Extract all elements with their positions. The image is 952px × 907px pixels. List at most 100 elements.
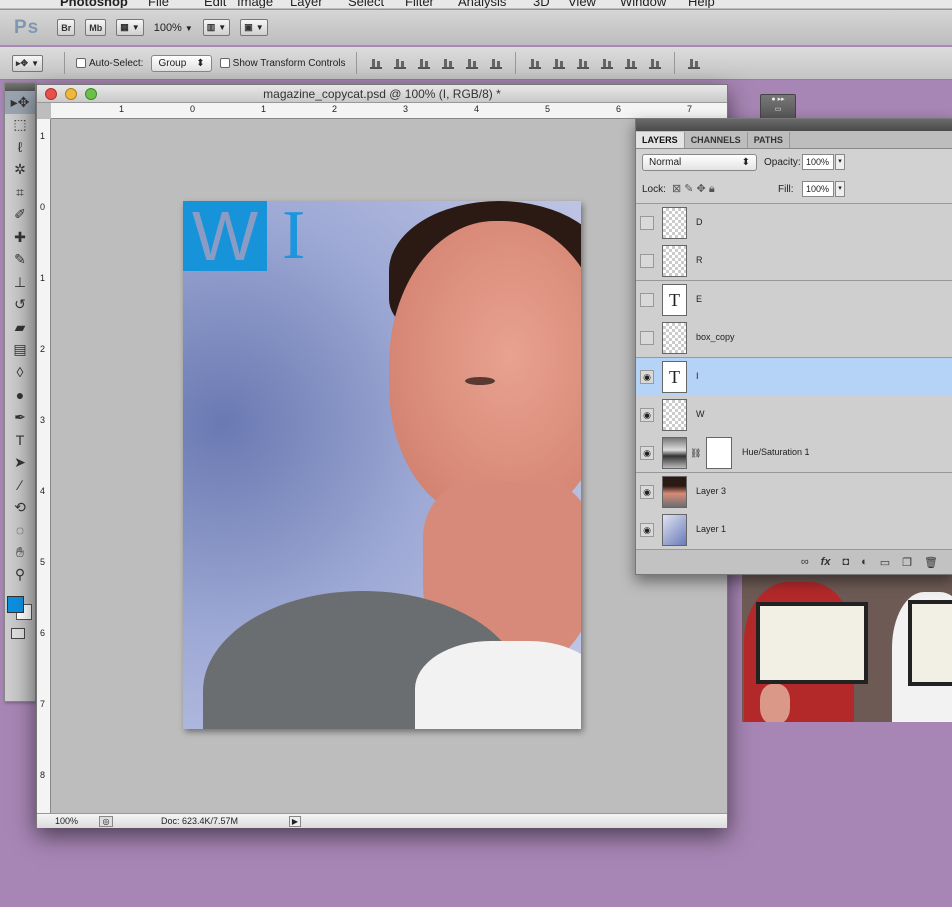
trash-icon[interactable]: 🗑︎	[924, 556, 938, 569]
collapsed-panel-dock[interactable]: ● ▸▸ ▭	[760, 94, 796, 120]
tab-layers[interactable]: LAYERS	[636, 132, 685, 148]
menu-item-filter[interactable]: Filter	[405, 0, 434, 8]
auto-align-icon[interactable]	[688, 58, 701, 69]
eyedropper-icon[interactable]: ✐	[5, 204, 35, 227]
eraser-icon[interactable]: ▰	[5, 316, 35, 339]
adjustment-icon[interactable]: ◐	[861, 556, 868, 568]
menu-item-photoshop[interactable]: Photoshop	[60, 0, 128, 8]
auto-select-checkbox[interactable]: Auto-Select:	[75, 57, 143, 69]
visibility-eye-icon[interactable]: ◉	[640, 408, 654, 422]
mask-link-icon[interactable]: ⛓	[690, 448, 701, 459]
layer-row[interactable]: ◉ Layer 1	[636, 511, 952, 551]
layer-row[interactable]: ◉ W	[636, 396, 952, 435]
tool-preset-picker[interactable]: ▸✥ ▼	[12, 54, 43, 72]
mask-icon[interactable]: ◘	[842, 556, 849, 568]
visibility-eye-icon[interactable]	[640, 216, 654, 230]
line-icon[interactable]: ∕	[5, 474, 35, 497]
gradient-icon[interactable]: ▤	[5, 339, 35, 362]
arrange-documents-button[interactable]: ▥ ▼	[202, 19, 231, 36]
opacity-input[interactable]: 100%	[802, 154, 834, 170]
menu-item-help[interactable]: Help	[688, 0, 715, 8]
bridge-button[interactable]: Br	[57, 19, 76, 36]
blur-icon[interactable]: ◊	[5, 361, 35, 384]
distribute-vcenter-icon[interactable]	[553, 58, 566, 69]
layer-row[interactable]: TE	[636, 280, 952, 320]
layer-mask-thumbnail[interactable]	[706, 437, 732, 470]
blend-mode-select[interactable]: Normal ⬍	[642, 154, 757, 171]
group-icon[interactable]: ▭	[880, 556, 890, 569]
history-brush-icon[interactable]: ↺	[5, 294, 35, 317]
menu-item-analysis[interactable]: Analysis	[458, 0, 506, 8]
menu-item-3d[interactable]: 3D	[533, 0, 550, 8]
opacity-arrow-icon[interactable]: ▾	[835, 154, 845, 170]
status-menu-arrow-icon[interactable]: ▶	[289, 816, 301, 827]
screen-mode-button[interactable]: ▣ ▼	[240, 19, 268, 36]
mini-bridge-button[interactable]: Mb	[85, 19, 107, 36]
lasso-icon[interactable]: ℓ	[5, 136, 35, 159]
tab-channels[interactable]: CHANNELS	[685, 132, 748, 148]
visibility-eye-icon[interactable]	[640, 254, 654, 269]
panel-title-bar[interactable]	[636, 119, 952, 131]
document-canvas[interactable]: W I	[183, 201, 581, 729]
hand-icon[interactable]: ✋︎	[5, 541, 35, 564]
tab-paths[interactable]: PATHS	[748, 132, 790, 148]
menu-item-file[interactable]: File	[148, 0, 169, 8]
status-preview-icon[interactable]: ◎	[99, 816, 113, 827]
quick-select-icon[interactable]: ✲	[5, 159, 35, 182]
stamp-icon[interactable]: ⊥	[5, 271, 35, 294]
align-right-icon[interactable]	[490, 58, 503, 69]
path-select-icon[interactable]: ➤	[5, 451, 35, 474]
layer-row[interactable]: D	[636, 204, 952, 243]
fx-icon[interactable]: fx	[821, 556, 831, 568]
view-extras-button[interactable]: ▦ ▼	[116, 19, 144, 36]
menu-item-select[interactable]: Select	[348, 0, 384, 8]
align-bottom-icon[interactable]	[418, 58, 431, 69]
menu-item-image[interactable]: Image	[237, 0, 273, 8]
fill-input[interactable]: 100%	[802, 181, 834, 197]
distribute-left-icon[interactable]	[601, 58, 614, 69]
move-icon[interactable]: ▸✥	[5, 91, 35, 114]
healing-icon[interactable]: ✚	[5, 226, 35, 249]
menu-item-view[interactable]: View	[568, 0, 596, 8]
auto-select-dropdown[interactable]: Group ⬍	[151, 54, 212, 72]
fill-arrow-icon[interactable]: ▾	[835, 181, 845, 197]
menu-item-window[interactable]: Window	[620, 0, 666, 8]
layer-row[interactable]: box_copy	[636, 319, 952, 359]
align-vcenter-icon[interactable]	[394, 58, 407, 69]
align-left-icon[interactable]	[442, 58, 455, 69]
quick-mask-icon[interactable]	[11, 628, 25, 639]
show-transform-checkbox[interactable]: Show Transform Controls	[219, 57, 345, 69]
align-top-icon[interactable]	[370, 58, 383, 69]
zoom-icon[interactable]: ⚲	[5, 564, 35, 587]
pen-icon[interactable]: ✒	[5, 406, 35, 429]
menu-item-layer[interactable]: Layer	[290, 0, 323, 8]
menu-item-edit[interactable]: Edit	[204, 0, 226, 8]
layer-row[interactable]: R	[636, 242, 952, 282]
horizontal-ruler[interactable]: 1 0 1 2 3 4 5 6 7	[51, 103, 727, 119]
distribute-top-icon[interactable]	[529, 58, 542, 69]
visibility-eye-icon[interactable]: ◉	[640, 369, 654, 384]
foreground-color-swatch[interactable]	[7, 596, 24, 613]
status-zoom[interactable]: 100%	[55, 814, 78, 829]
crop-icon[interactable]: ⌗	[5, 181, 35, 204]
minimize-icon[interactable]	[65, 88, 77, 100]
zoom-window-icon[interactable]	[85, 88, 97, 100]
3d-rotate-icon[interactable]: ⟲	[5, 496, 35, 519]
distribute-right-icon[interactable]	[649, 58, 662, 69]
layer-row[interactable]: ◉ ⛓ Hue/Saturation 1	[636, 434, 952, 474]
visibility-eye-icon[interactable]	[640, 331, 654, 346]
marquee-icon[interactable]: ⬚	[5, 114, 35, 137]
type-icon[interactable]: T	[5, 429, 35, 452]
brush-icon[interactable]: ✎	[5, 249, 35, 272]
new-layer-icon[interactable]: ❐	[902, 556, 912, 569]
visibility-eye-icon[interactable]	[640, 292, 654, 307]
tools-panel-header[interactable]	[5, 83, 35, 91]
layer-row[interactable]: ◉ T I	[636, 357, 952, 397]
zoom-level-select[interactable]: 100% ▼	[154, 22, 193, 34]
close-icon[interactable]	[45, 88, 57, 100]
layer-row[interactable]: ◉ Layer 3	[636, 472, 952, 512]
lock-icons[interactable]: ⊠ ✎ ✥ 🔒︎	[672, 182, 715, 196]
link-icon[interactable]: ∞	[801, 556, 809, 568]
visibility-eye-icon[interactable]: ◉	[640, 523, 654, 538]
distribute-hcenter-icon[interactable]	[625, 58, 638, 69]
